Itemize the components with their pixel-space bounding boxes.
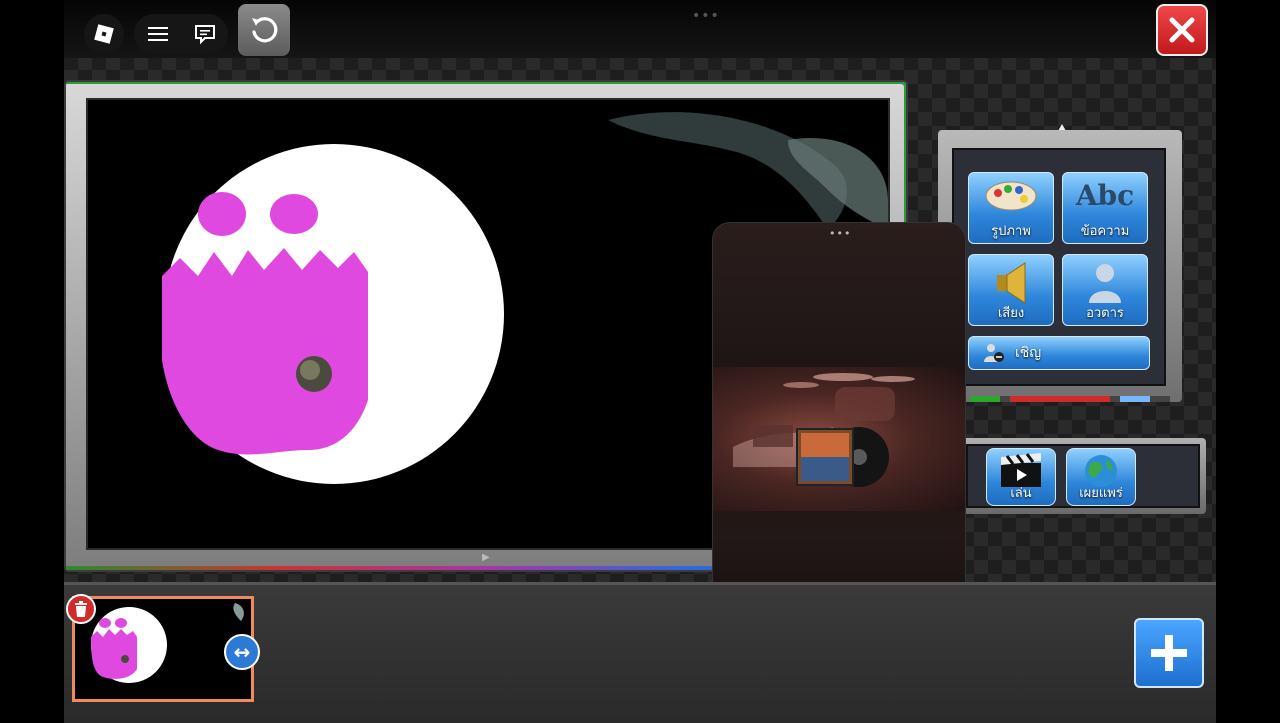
- resize-handle-button[interactable]: ↔: [224, 634, 260, 670]
- hamburger-icon[interactable]: [146, 24, 170, 44]
- palette-icon: [969, 179, 1053, 213]
- trash-icon: [75, 601, 87, 617]
- delete-scene-button[interactable]: [66, 594, 96, 624]
- sound-tool-label: เสียง: [997, 306, 1025, 321]
- add-scene-button[interactable]: [1134, 618, 1204, 688]
- image-tool-label: รูปภาพ: [991, 224, 1031, 239]
- sound-tool-button[interactable]: เสียง: [968, 254, 1054, 326]
- invite-button[interactable]: เชิญ: [968, 336, 1150, 370]
- play-button[interactable]: เล่น: [986, 448, 1056, 506]
- avatar-tool-label: อวตาร: [1086, 306, 1124, 321]
- close-icon: [1169, 17, 1195, 43]
- panel-led-strip: [970, 396, 1170, 402]
- image-tool-button[interactable]: รูปภาพ: [968, 172, 1054, 244]
- text-abc-icon: Abc: [1075, 179, 1135, 212]
- chat-icon[interactable]: [193, 23, 217, 45]
- top-bar: •••: [64, 0, 1216, 58]
- undo-icon: [252, 17, 278, 43]
- media-preview[interactable]: [713, 367, 965, 511]
- text-tool-label: ข้อความ: [1080, 224, 1130, 239]
- plus-icon: [1151, 635, 1187, 671]
- preview-play-icon[interactable]: ▶: [482, 552, 490, 563]
- double-arrow-icon: ↔: [233, 640, 251, 664]
- publish-label: เผยแพร่: [1079, 486, 1123, 501]
- play-label: เล่น: [1010, 486, 1032, 501]
- drag-handle-icon[interactable]: •••: [692, 8, 720, 24]
- roblox-menu-button[interactable]: [84, 14, 124, 54]
- publish-button[interactable]: เผยแพร่: [1066, 448, 1136, 506]
- close-button[interactable]: [1156, 4, 1208, 56]
- text-tool-button[interactable]: Abc ข้อความ: [1062, 172, 1148, 244]
- avatar-icon: [1063, 261, 1147, 305]
- menu-chat-group: [134, 14, 228, 54]
- undo-button[interactable]: [238, 4, 290, 56]
- invite-person-icon: [984, 344, 1004, 362]
- roblox-logo-icon: [94, 24, 114, 44]
- speaker-icon: [969, 261, 1053, 305]
- drum-kit-image: [733, 373, 915, 487]
- avatar-tool-button[interactable]: อวตาร: [1062, 254, 1148, 326]
- window-drag-icon[interactable]: •••: [829, 227, 851, 240]
- invite-label: เชิญ: [1015, 345, 1042, 361]
